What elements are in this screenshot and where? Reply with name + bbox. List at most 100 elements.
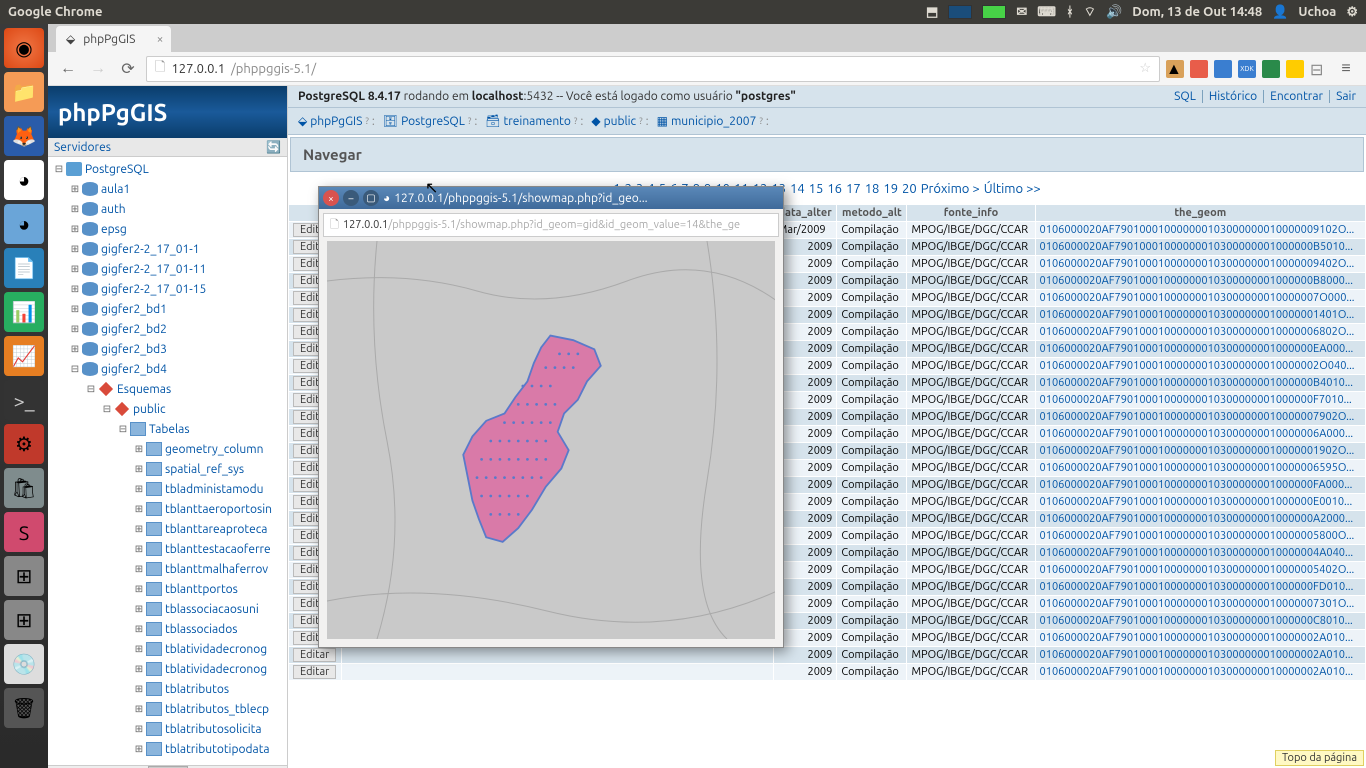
geom-link[interactable]: 0106000020AF7901000100000001030000000100… (1040, 598, 1355, 610)
workspace-icon[interactable]: ⊞ (4, 556, 44, 596)
settings-icon[interactable]: ⚙ (4, 424, 44, 464)
crumb-municipio_2007[interactable]: ▦municipio_2007?: (657, 114, 769, 128)
page-14[interactable]: 14 (790, 182, 805, 196)
geom-link[interactable]: 0106000020AF7901000100000001030000000100… (1040, 241, 1353, 253)
ext5-icon[interactable] (1262, 60, 1280, 78)
back-button[interactable]: ← (56, 57, 80, 81)
geom-link[interactable]: 0106000020AF7901000100000001030000000100… (1040, 275, 1353, 287)
popup-url-bar[interactable]: 🗋 127.0.0.1/phppggis-5.1/showmap.php?id_… (323, 213, 779, 237)
skype-icon[interactable]: S (4, 512, 44, 552)
geom-link[interactable]: 0106000020AF7901000100000001030000000100… (1040, 547, 1354, 559)
geom-link[interactable]: 0106000020AF7901000100000001030000000100… (1040, 445, 1355, 457)
servidores-header[interactable]: Servidores 🔄 (48, 138, 287, 157)
clock[interactable]: Dom, 13 de Out 14:48 (1132, 5, 1262, 19)
reload-button[interactable]: ⟳ (116, 57, 140, 81)
firefox-icon[interactable]: 🦊 (4, 116, 44, 156)
bluetooth-icon[interactable]: ᚼ (1066, 5, 1074, 19)
tree-table-tblassociados[interactable]: ⊞tblassociados (48, 619, 287, 639)
popup-close-icon[interactable]: × (323, 190, 339, 206)
chrome-menu-icon[interactable]: ≡ (1334, 57, 1358, 81)
tree-table-tblanttestacaoferre[interactable]: ⊞tblanttestacaoferre (48, 539, 287, 559)
geom-link[interactable]: 0106000020AF7901000100000001030000000100… (1040, 632, 1354, 644)
geom-link[interactable]: 0106000020AF7901000100000001030000000100… (1040, 360, 1355, 372)
geom-link[interactable]: 0106000020AF7901000100000001030000000100… (1040, 666, 1354, 678)
editar-button[interactable]: Editar (293, 648, 336, 662)
status-link-histórico[interactable]: Histórico (1202, 90, 1257, 103)
tree-table-tblatributotipodata[interactable]: ⊞tblatributotipodata (48, 739, 287, 759)
keyboard-icon[interactable]: ⌨ (1037, 5, 1056, 20)
crumb-phpPgGIS[interactable]: ⬙phpPgGIS?: (298, 114, 375, 128)
tree-db-gigfer2-2_17_01-15[interactable]: ⊞gigfer2-2_17_01-15 (48, 279, 287, 299)
tree-db-aula1[interactable]: ⊞aula1 (48, 179, 287, 199)
dropbox-icon[interactable]: ⬒ (926, 5, 938, 20)
calc-icon[interactable]: 📊 (4, 292, 44, 332)
close-tab-icon[interactable]: × (157, 33, 164, 46)
status-link-encontrar[interactable]: Encontrar (1263, 90, 1323, 103)
tree-table-tblatributos[interactable]: ⊞tblatributos (48, 679, 287, 699)
browser-tab[interactable]: ⬙ phpPgGIS × (56, 26, 171, 52)
crumb-public[interactable]: ◆public?: (591, 114, 648, 128)
page-20[interactable]: 20 (902, 182, 917, 196)
media-icon[interactable]: 💿 (4, 644, 44, 684)
page-next[interactable]: Próximo > (921, 182, 980, 196)
tree-table-tbladministamodu[interactable]: ⊞tbladministamodu (48, 479, 287, 499)
wifi-icon[interactable]: ⌔ (1084, 4, 1096, 20)
crumb-PostgreSQL[interactable]: 🗄PostgreSQL?: (383, 114, 477, 128)
dash-icon[interactable]: ◉ (4, 28, 44, 68)
refresh-icon[interactable]: 🔄 (266, 140, 281, 154)
tree-db-gigfer2_bd4[interactable]: ⊟gigfer2_bd4 (48, 359, 287, 379)
tree-schema-public[interactable]: ⊟public (48, 399, 287, 419)
tree-table-tblanttmalhaferrov[interactable]: ⊞tblanttmalhaferrov (48, 559, 287, 579)
col-the_geom[interactable]: the_geom (1035, 205, 1365, 222)
status-link-sair[interactable]: Sair (1329, 90, 1356, 103)
address-bar[interactable]: 🗋 127.0.0.1/phppggis-5.1/ ☆ (146, 56, 1160, 82)
page-16[interactable]: 16 (827, 182, 842, 196)
geom-link[interactable]: 0106000020AF7901000100000001030000000100… (1040, 309, 1355, 321)
trash-icon[interactable]: 🗑 (4, 688, 44, 728)
tree-tables[interactable]: ⊟Tabelas (48, 419, 287, 439)
col-metodo_alt[interactable]: metodo_alt (837, 205, 907, 222)
ext1-icon[interactable]: ▲ (1166, 60, 1184, 78)
chrome-icon[interactable]: ◕ (4, 160, 44, 200)
col-fonte_info[interactable]: fonte_info (907, 205, 1035, 222)
tree-schemas[interactable]: ⊟Esquemas (48, 379, 287, 399)
popup-max-icon[interactable]: ▢ (363, 190, 379, 206)
geom-link[interactable]: 0106000020AF7901000100000001030000000100… (1040, 394, 1352, 406)
tree-table-tblatividadecronog[interactable]: ⊞tblatividadecronog (48, 639, 287, 659)
tree-table-tblatividadecronog[interactable]: ⊞tblatividadecronog (48, 659, 287, 679)
geom-link[interactable]: 0106000020AF7901000100000001030000000100… (1040, 649, 1354, 661)
page-17[interactable]: 17 (846, 182, 861, 196)
geom-link[interactable]: 0106000020AF7901000100000001030000000100… (1040, 258, 1355, 270)
geom-link[interactable]: 0106000020AF7901000100000001030000000100… (1040, 343, 1354, 355)
geom-link[interactable]: 0106000020AF7901000100000001030000000100… (1040, 224, 1355, 236)
terminal-icon[interactable]: >_ (4, 380, 44, 420)
tree-db-epsg[interactable]: ⊞epsg (48, 219, 287, 239)
tree-db-auth[interactable]: ⊞auth (48, 199, 287, 219)
tree-db-gigfer2_bd3[interactable]: ⊞gigfer2_bd3 (48, 339, 287, 359)
geom-link[interactable]: 0106000020AF7901000100000001030000000100… (1040, 530, 1355, 542)
chromium-icon[interactable]: ◕ (4, 204, 44, 244)
tree-table-tblanttaeroportosin[interactable]: ⊞tblanttaeroportosin (48, 499, 287, 519)
geom-link[interactable]: 0106000020AF7901000100000001030000000100… (1040, 428, 1354, 440)
tree-table-tblanttportos[interactable]: ⊞tblanttportos (48, 579, 287, 599)
geom-link[interactable]: 0106000020AF7901000100000001030000000100… (1040, 326, 1355, 338)
ext-xdk-icon[interactable]: XDK (1238, 60, 1256, 78)
geom-link[interactable]: 0106000020AF7901000100000001030000000100… (1040, 513, 1354, 525)
map-canvas[interactable] (327, 241, 775, 639)
tree-table-spatial_ref_sys[interactable]: ⊞spatial_ref_sys (48, 459, 287, 479)
tree-db-gigfer2-2_17_01-11[interactable]: ⊞gigfer2-2_17_01-11 (48, 259, 287, 279)
topo-link[interactable]: Topo da página (1275, 750, 1364, 766)
geom-link[interactable]: 0106000020AF7901000100000001030000000100… (1040, 292, 1355, 304)
volume-icon[interactable]: 🔊 (1106, 5, 1122, 20)
writer-icon[interactable]: 📄 (4, 248, 44, 288)
forward-button[interactable]: → (86, 57, 110, 81)
mail-icon[interactable]: ✉ (1016, 5, 1027, 20)
tree-table-tblatributosolicita[interactable]: ⊞tblatributosolicita (48, 719, 287, 739)
ext2-icon[interactable] (1190, 60, 1208, 78)
sysmon2-icon[interactable] (982, 5, 1006, 19)
popup-titlebar[interactable]: × – ▢ ◕ 127.0.0.1/phppggis-5.1/showmap.p… (319, 187, 783, 209)
page-18[interactable]: 18 (865, 182, 880, 196)
user-icon[interactable]: 👤 (1272, 5, 1288, 20)
tree-table-tblanttareaproteca[interactable]: ⊞tblanttareaproteca (48, 519, 287, 539)
tree-table-geometry_column[interactable]: ⊞geometry_column (48, 439, 287, 459)
